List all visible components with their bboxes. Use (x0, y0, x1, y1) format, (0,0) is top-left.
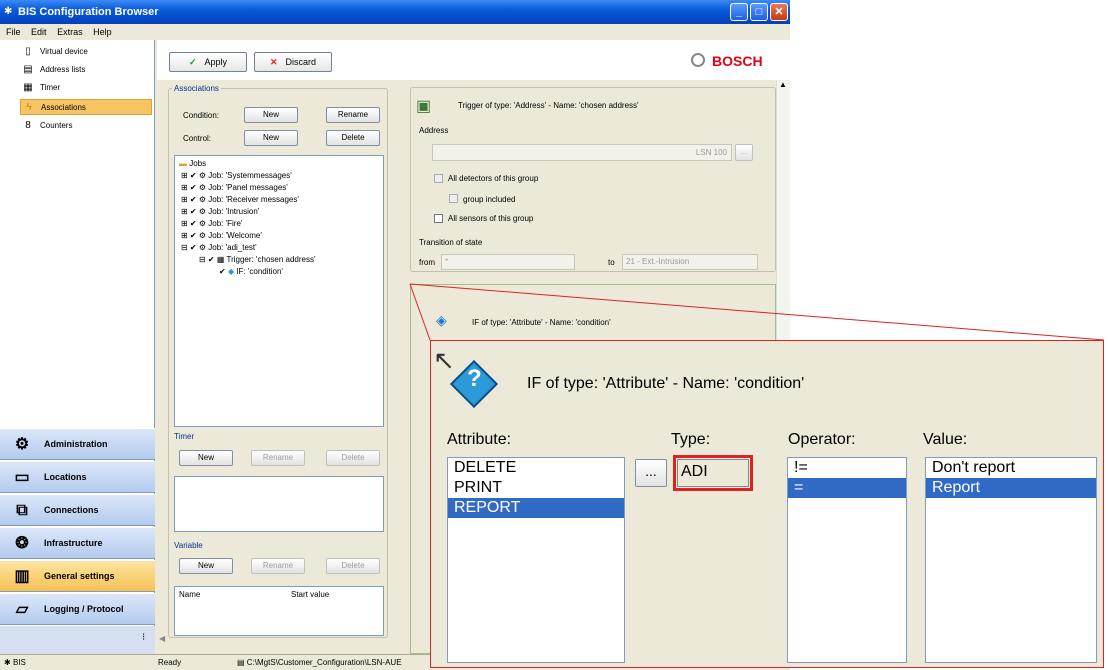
attribute-label: Attribute: (447, 431, 512, 448)
zoom-if-header: IF of type: 'Attribute' - Name: 'conditi… (527, 375, 805, 392)
value-option-report[interactable]: Report (926, 478, 1096, 498)
type-field: ADI (677, 459, 749, 487)
operator-option-equal[interactable]: = (788, 478, 906, 498)
attribute-option-report[interactable]: REPORT (448, 498, 624, 518)
question-mark-glyph: ? (467, 365, 482, 392)
value-list[interactable]: Don't report Report (925, 457, 1097, 663)
attribute-option-print[interactable]: PRINT (448, 478, 624, 498)
type-label: Type: (671, 431, 711, 448)
value-label: Value: (923, 431, 968, 448)
zoomed-if-panel: ↖ ? IF of type: 'Attribute' - Name: 'con… (430, 340, 1104, 668)
operator-option-not-equal[interactable]: != (788, 458, 906, 478)
mouse-cursor-icon: ↖ (433, 345, 455, 375)
attribute-option-delete[interactable]: DELETE (448, 458, 624, 478)
type-browse-button[interactable]: ... (635, 459, 667, 487)
attribute-list[interactable]: DELETE PRINT REPORT (447, 457, 625, 663)
value-option-dont-report[interactable]: Don't report (926, 458, 1096, 478)
operator-label: Operator: (788, 431, 856, 448)
operator-list[interactable]: != = (787, 457, 907, 663)
